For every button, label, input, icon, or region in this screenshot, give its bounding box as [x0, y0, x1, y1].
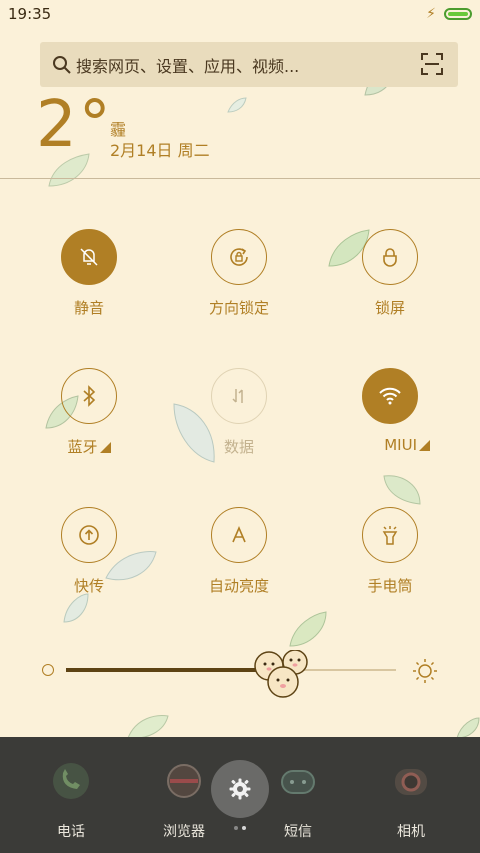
brightness-low-icon [42, 664, 54, 676]
leaf-decoration-icon [227, 97, 247, 113]
search-placeholder: 搜索网页、设置、应用、视频... [76, 56, 300, 76]
page-dot-active [242, 826, 246, 830]
lock-screen-toggle[interactable] [362, 229, 418, 285]
tile-label: 方向锁定 [208, 299, 269, 317]
tile-label: MIUI [384, 436, 417, 454]
flashlight-toggle[interactable] [362, 507, 418, 563]
leaf-decoration-icon [127, 715, 169, 739]
wifi-icon [379, 387, 401, 405]
tile-label: 手电筒 [367, 577, 413, 595]
dock-label: 电话 [57, 824, 85, 840]
brightness-slider-fill [66, 668, 276, 672]
status-bar: 19:35 ⚡ [0, 0, 480, 28]
camera-app-icon [395, 769, 427, 795]
status-icons: ⚡ [426, 6, 472, 22]
mobile-data-icon [232, 389, 243, 403]
rotation-lock-toggle[interactable] [211, 229, 267, 285]
dock-app-phone[interactable]: 电话 [21, 759, 121, 841]
tile-label: 锁屏 [374, 299, 405, 317]
settings-button[interactable] [211, 760, 269, 818]
search-icon [53, 55, 71, 74]
dock-app-camera[interactable]: 相机 [361, 759, 461, 841]
mobile-data-toggle[interactable] [211, 368, 267, 424]
tile-label: 静音 [73, 299, 104, 317]
battery-icon [444, 8, 472, 20]
tile-bluetooth[interactable]: 蓝牙 [29, 368, 149, 457]
dock-label: 相机 [397, 824, 425, 840]
scan-icon[interactable] [420, 52, 444, 76]
dock-label: 浏览器 [163, 824, 205, 840]
leaf-decoration-icon [383, 475, 421, 505]
tile-rotation-lock[interactable]: 方向锁定 [179, 229, 299, 318]
status-time: 19:35 [8, 5, 52, 23]
auto-brightness-toggle[interactable] [211, 507, 267, 563]
transfer-icon [79, 525, 99, 545]
bell-off-icon [80, 248, 98, 266]
auto-brightness-icon [232, 525, 246, 543]
tile-label: 蓝牙 [67, 438, 98, 456]
leaf-decoration-icon [289, 611, 327, 647]
tile-flashlight[interactable]: 手电筒 [330, 507, 450, 596]
brightness-slider-knob[interactable] [251, 650, 311, 700]
bluetooth-icon [83, 385, 96, 407]
lock-icon [383, 248, 397, 267]
tile-label: 自动亮度 [208, 577, 269, 595]
tile-mobile-data[interactable]: 数据 [179, 368, 299, 457]
tile-label-wrap: 蓝牙 [29, 436, 149, 457]
tile-label: 数据 [223, 438, 254, 456]
quick-transfer-toggle[interactable] [61, 507, 117, 563]
dock-label: 短信 [284, 824, 312, 840]
more-options-corner-icon [99, 442, 111, 453]
header-divider [0, 178, 480, 179]
rotation-lock-icon [230, 248, 248, 266]
search-bar[interactable]: 搜索网页、设置、应用、视频... [40, 42, 458, 87]
browser-app-icon [167, 764, 201, 798]
tile-auto-brightness[interactable]: 自动亮度 [179, 507, 299, 596]
weather-date: 2月14日 周二 [110, 141, 210, 160]
silent-toggle[interactable] [61, 229, 117, 285]
bluetooth-toggle[interactable] [61, 368, 117, 424]
phone-app-icon [53, 763, 89, 799]
gear-icon [229, 778, 251, 800]
charging-icon: ⚡ [426, 6, 436, 22]
tile-label: 快传 [73, 577, 104, 595]
messages-app-icon [281, 770, 315, 794]
tile-lock-screen[interactable]: 锁屏 [330, 229, 450, 318]
page-indicator [230, 826, 250, 832]
more-options-corner-icon [419, 440, 430, 451]
page-dot [234, 826, 238, 830]
tile-wifi[interactable]: MIUI [330, 368, 450, 454]
wifi-toggle[interactable] [362, 368, 418, 424]
brightness-high-icon [413, 659, 437, 683]
tile-label-wrap: MIUI [350, 436, 430, 454]
tile-silent[interactable]: 静音 [29, 229, 149, 318]
weather-temperature: 2° [36, 88, 113, 162]
tile-quick-transfer[interactable]: 快传 [29, 507, 149, 596]
flashlight-icon [382, 526, 398, 545]
